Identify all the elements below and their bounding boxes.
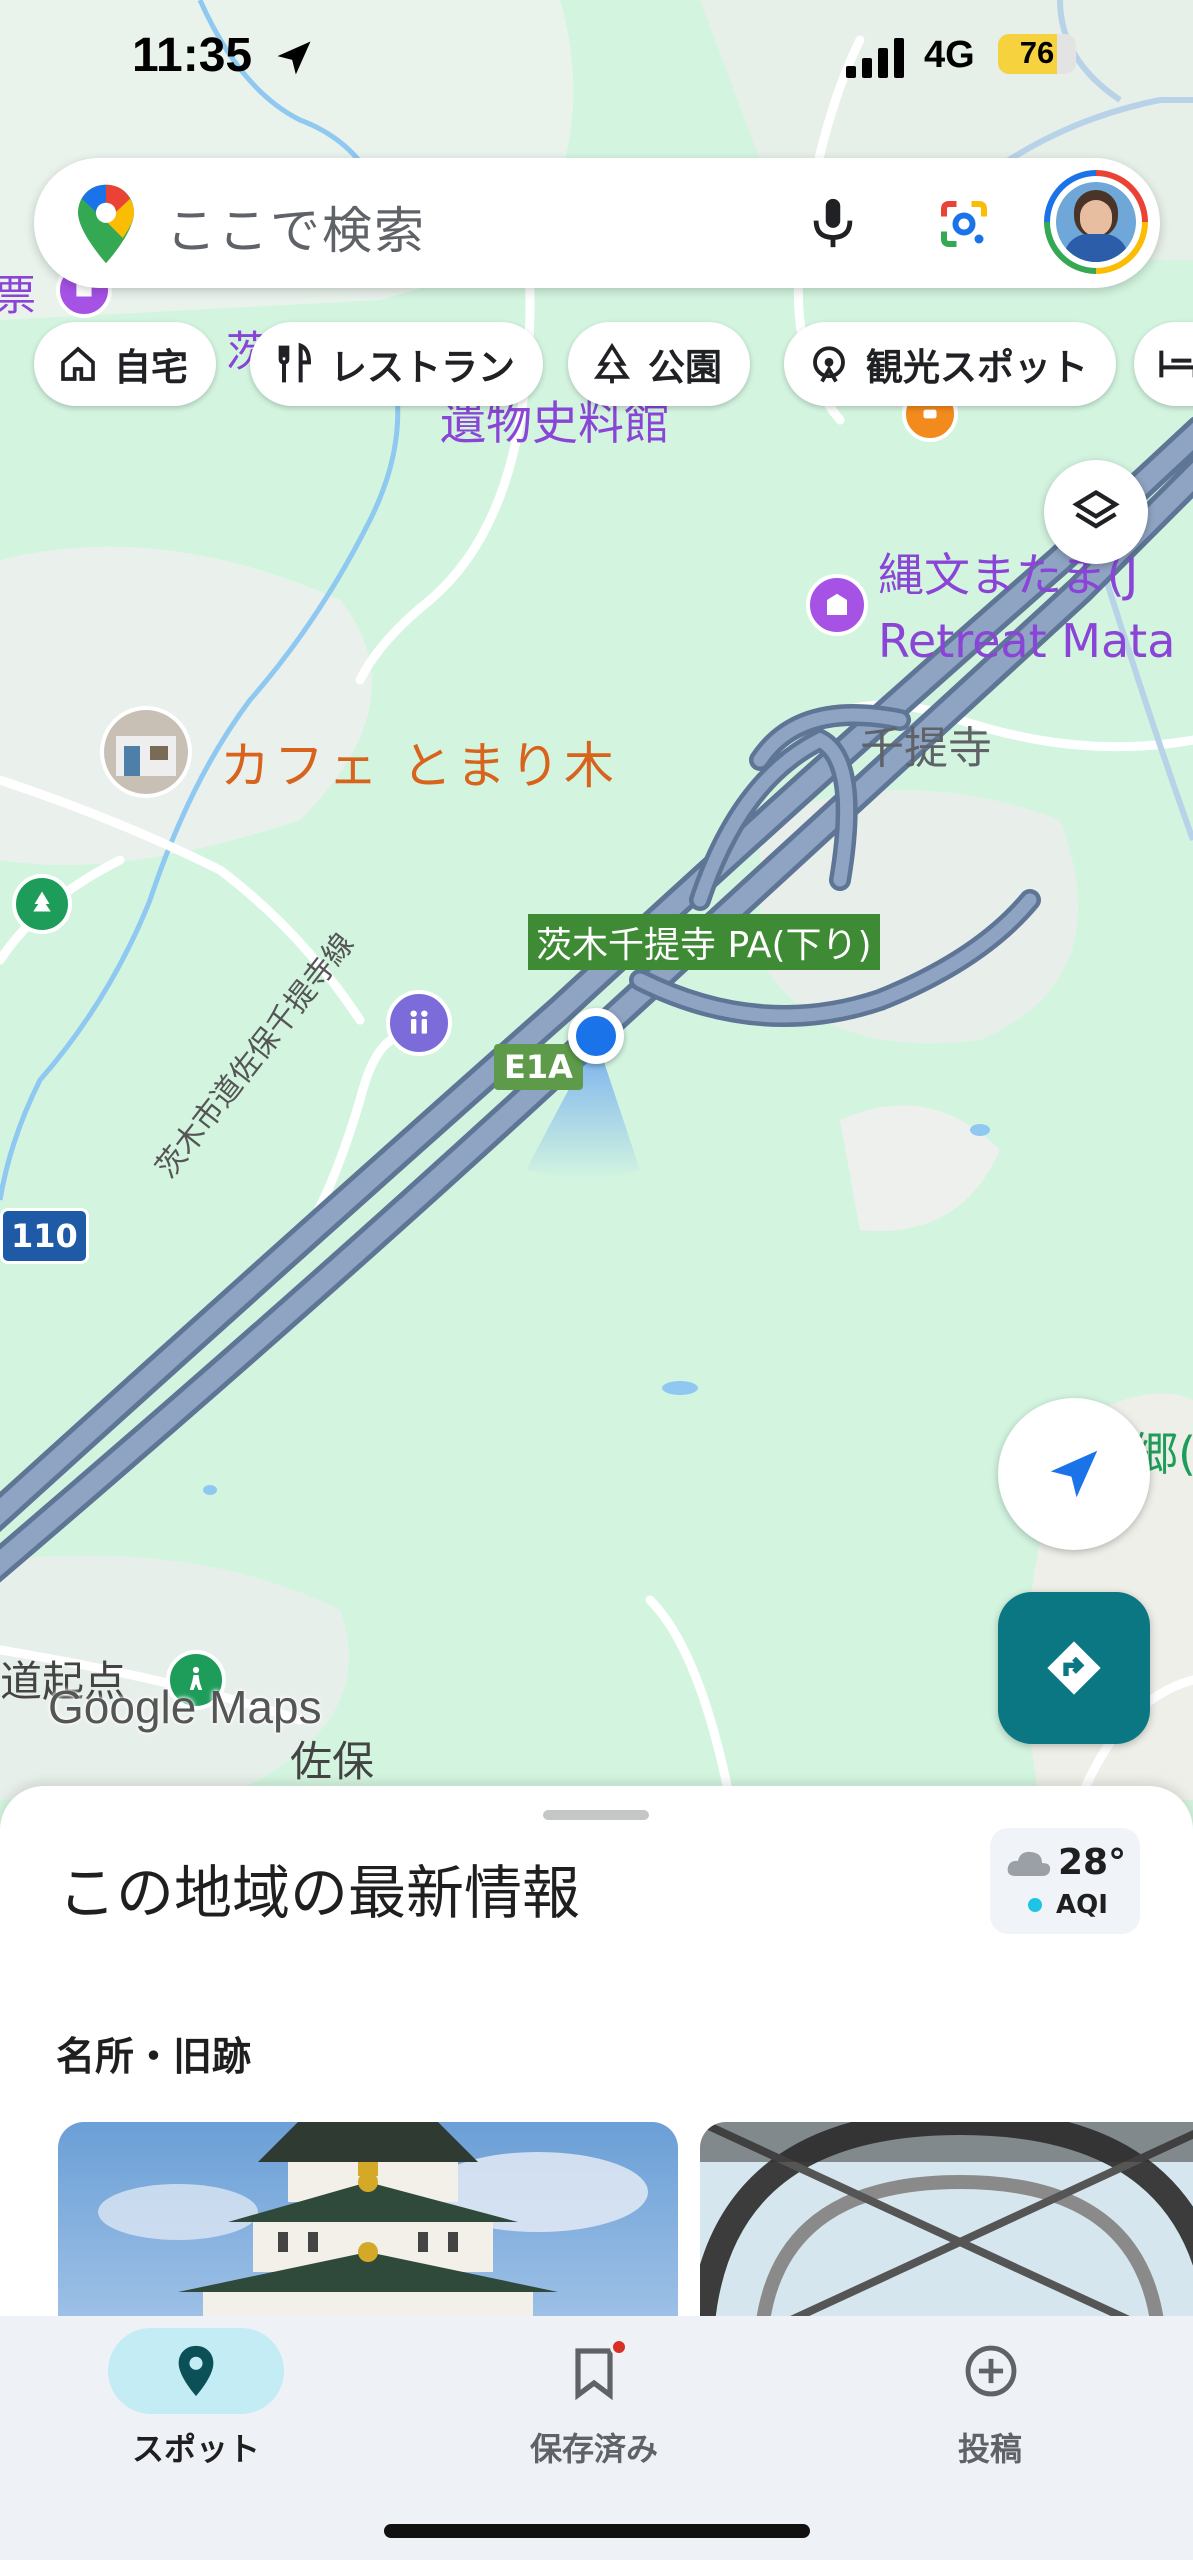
location-arrow-icon [277,41,311,75]
sheet-title: この地域の最新情報 [58,1859,581,1927]
aqi-label: AQI [1056,1890,1108,1920]
current-location-dot [568,1008,624,1064]
status-bar: 11:35 4G 76 [0,0,1193,120]
nav-explore-label: スポット [131,2430,260,2468]
chip-restaurant-label: レストラン [330,346,515,389]
map-label-parking-area[interactable]: 茨木千提寺 PA(下り) [528,914,880,970]
poi-cafe-photo[interactable] [100,706,192,798]
map-label-saho: 佐保 [290,1737,375,1786]
home-indicator[interactable] [384,2524,810,2538]
home-icon [61,346,95,381]
directions-button[interactable] [998,1592,1150,1744]
google-lens-icon[interactable] [934,194,994,254]
nav-explore-active-indicator [108,2328,284,2414]
chip-attractions-label: 観光スポット [866,346,1088,389]
weather-temperature: 28° [1058,1842,1127,1883]
place-card-castle[interactable] [58,2122,678,2326]
map-label-jomon-en[interactable]: Retreat Mata [878,614,1175,668]
map-label-senteiji: 千提寺 [860,723,992,774]
chip-home-label: 自宅 [114,346,188,389]
status-time: 11:35 [132,29,253,82]
add-circle-icon [965,2345,1017,2397]
place-card-dome[interactable] [700,2122,1193,2326]
park-icon [593,343,631,384]
layers-icon [1072,489,1120,529]
hotel-icon [1159,350,1193,378]
battery-icon: 76 [998,34,1076,74]
location-pin-icon [178,2345,214,2397]
road-number-shield: 110 [0,1208,89,1264]
aqi-indicator [1028,1898,1042,1912]
search-input[interactable]: ここで検索 [166,191,426,263]
network-type: 4G [924,34,975,76]
chip-home[interactable]: 自宅 [34,322,216,406]
attraction-icon [813,346,845,383]
weather-widget[interactable]: 28° AQI [990,1828,1140,1934]
restroom-icon[interactable] [386,990,452,1056]
layers-button[interactable] [1044,460,1148,564]
cellular-signal-icon [846,38,904,78]
map-label-top-left: 票 [0,271,37,320]
google-maps-logo: Google Maps [48,1681,322,1733]
notification-dot [610,2338,628,2356]
nav-contribute[interactable]: 投稿 [840,2316,1140,2526]
chip-restaurant[interactable]: レストラン [250,322,543,406]
dome-photo [700,2122,1193,2326]
nav-contribute-icon-wrap [902,2328,1078,2414]
poi-attraction-icon[interactable] [806,574,868,636]
map-label-cafe[interactable]: カフェ とまり木 [220,726,618,798]
castle-photo [98,2122,648,2326]
nav-saved-icon-wrap [506,2328,682,2414]
search-bar[interactable]: ここで検索 [34,158,1160,288]
route-shield-e1a: E1A [494,1044,583,1090]
google-maps-pin-icon [78,184,134,264]
directions-icon [1047,1641,1101,1695]
microphone-icon[interactable] [804,194,862,252]
nav-saved[interactable]: 保存済み [444,2316,744,2526]
sheet-drag-handle[interactable] [543,1810,649,1820]
cloud-icon [1007,1851,1051,1876]
bookmark-icon [575,2348,613,2400]
nav-saved-label: 保存済み [529,2430,658,2468]
my-location-button[interactable] [998,1398,1150,1550]
account-avatar[interactable] [1044,170,1148,274]
chip-park[interactable]: 公園 [568,322,750,406]
restaurant-icon [278,342,312,383]
nav-contribute-label: 投稿 [957,2430,1022,2468]
chip-attractions[interactable]: 観光スポット [784,322,1116,406]
nav-explore[interactable]: スポット [46,2316,346,2526]
section-title: 名所・旧跡 [56,2035,252,2080]
park-icon[interactable] [12,874,72,934]
navigation-arrow-icon [1050,1450,1098,1498]
chip-park-label: 公園 [648,346,722,389]
bottom-sheet[interactable]: この地域の最新情報 28° AQI 名所・旧跡 [0,1786,1193,2326]
battery-level: 76 [1019,35,1055,70]
